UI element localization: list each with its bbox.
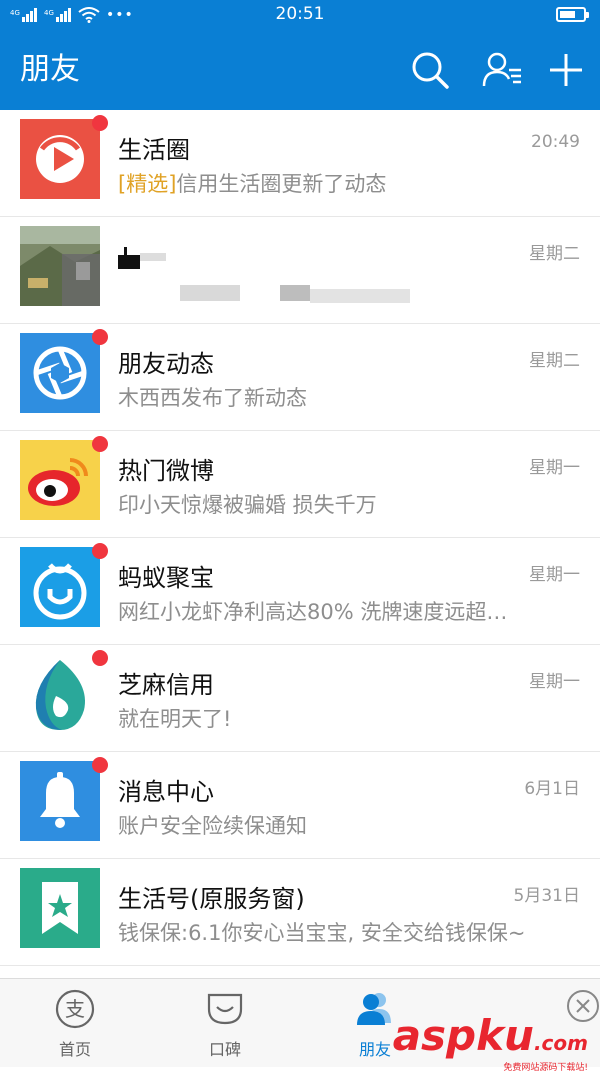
status-bar: 4G 4G ••• 20:51 bbox=[0, 0, 600, 30]
weibo-icon bbox=[20, 440, 100, 520]
unread-badge bbox=[92, 115, 108, 131]
ant-fortune-icon bbox=[20, 547, 100, 627]
list-item[interactable]: 蚂蚁聚宝 网红小龙虾净利高达80% 洗牌速度远超… 星期一 bbox=[0, 538, 600, 645]
contacts-button[interactable] bbox=[480, 48, 524, 92]
battery-icon bbox=[556, 7, 589, 22]
list-item[interactable]: 星期二 bbox=[0, 217, 600, 324]
conversation-time: 5月31日 bbox=[513, 886, 580, 906]
add-icon bbox=[550, 54, 582, 86]
conversation-time: 星期二 bbox=[529, 351, 580, 371]
add-button[interactable] bbox=[544, 48, 588, 92]
tab-label: 首页 bbox=[58, 1040, 91, 1059]
page-title: 朋友 bbox=[20, 52, 80, 87]
conversation-preview: 就在明天了! bbox=[118, 707, 232, 731]
watermark-text: aspku bbox=[392, 1011, 534, 1060]
list-item[interactable]: 生活号(原服务窗) 钱保保:6.1你安心当宝宝, 安全交给钱保保~ 5月31日 bbox=[0, 859, 600, 966]
home-icon: 支 bbox=[55, 989, 95, 1029]
friends-icon bbox=[357, 993, 391, 1025]
search-icon bbox=[412, 52, 449, 89]
conversation-name: 生活号(原服务窗) bbox=[118, 885, 305, 913]
svg-text:支: 支 bbox=[65, 997, 85, 1021]
conversation-preview: [精选]信用生活圈更新了动态 bbox=[118, 168, 580, 198]
watermark-domain: .com bbox=[533, 1031, 588, 1055]
status-time: 20:51 bbox=[275, 4, 325, 24]
conversation-time: 星期一 bbox=[529, 672, 580, 692]
redacted-name bbox=[118, 247, 170, 273]
list-item[interactable]: 消息中心 账户安全险续保通知 6月1日 bbox=[0, 752, 600, 859]
contacts-icon bbox=[482, 52, 521, 87]
preview-text: 信用生活圈更新了动态 bbox=[176, 172, 387, 196]
list-item[interactable]: 芝麻信用 就在明天了! 星期一 bbox=[0, 645, 600, 752]
tab-label: 口碑 bbox=[208, 1040, 241, 1059]
conversation-preview: 账户安全险续保通知 bbox=[118, 814, 307, 838]
sesame-icon bbox=[20, 654, 100, 734]
conversation-name: 热门微博 bbox=[118, 457, 214, 485]
koubei-icon bbox=[207, 993, 243, 1025]
conversation-name: 生活圈 bbox=[118, 136, 190, 164]
photo-avatar bbox=[20, 226, 100, 306]
conversation-list: 生活圈 [精选]信用生活圈更新了动态 20:49 星期二 朋友动态 木西西发布了… bbox=[0, 110, 600, 966]
featured-tag: [精选] bbox=[118, 172, 177, 196]
bell-icon bbox=[20, 761, 100, 841]
tab-home[interactable]: 支 首页 bbox=[20, 979, 130, 1068]
conversation-time: 20:49 bbox=[531, 132, 580, 152]
conversation-name: 消息中心 bbox=[118, 778, 214, 806]
bookmark-star-icon bbox=[20, 868, 100, 948]
list-item[interactable]: 生活圈 [精选]信用生活圈更新了动态 20:49 bbox=[0, 110, 600, 217]
conversation-preview: 钱保保:6.1你安心当宝宝, 安全交给钱保保~ bbox=[118, 921, 526, 945]
unread-badge bbox=[92, 757, 108, 773]
watermark-logo: aspku.com 免费网站源码下载站! bbox=[393, 1015, 588, 1073]
conversation-preview: 印小天惊爆被骗婚 损失千万 bbox=[118, 493, 377, 517]
unread-badge bbox=[92, 436, 108, 452]
unread-badge bbox=[92, 650, 108, 666]
unread-badge bbox=[92, 543, 108, 559]
shutter-icon bbox=[20, 333, 100, 413]
conversation-time: 6月1日 bbox=[524, 779, 580, 799]
unread-badge bbox=[92, 329, 108, 345]
list-item[interactable]: 热门微博 印小天惊爆被骗婚 损失千万 星期一 bbox=[0, 431, 600, 538]
conversation-name: 朋友动态 bbox=[118, 350, 214, 378]
conversation-name: 芝麻信用 bbox=[118, 671, 214, 699]
conversation-time: 星期二 bbox=[529, 244, 580, 264]
conversation-preview: 网红小龙虾净利高达80% 洗牌速度远超… bbox=[118, 600, 508, 624]
redacted-preview-bar bbox=[180, 281, 410, 305]
life-circle-icon bbox=[20, 119, 100, 199]
conversation-time: 星期一 bbox=[529, 458, 580, 478]
conversation-name: 蚂蚁聚宝 bbox=[118, 564, 214, 592]
tab-koubei[interactable]: 口碑 bbox=[170, 979, 280, 1068]
conversation-preview: 木西西发布了新动态 bbox=[118, 386, 307, 410]
conversation-time: 星期一 bbox=[529, 565, 580, 585]
top-header: 朋友 bbox=[0, 30, 600, 110]
search-button[interactable] bbox=[408, 48, 452, 92]
list-item[interactable]: 朋友动态 木西西发布了新动态 星期二 bbox=[0, 324, 600, 431]
